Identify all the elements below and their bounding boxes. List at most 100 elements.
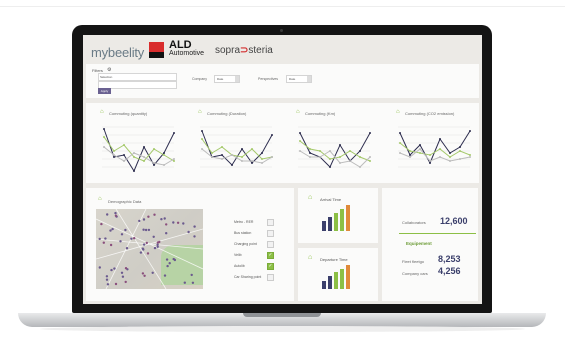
- arrival-bar: [334, 213, 338, 231]
- map-section-icon: ⌂: [98, 196, 102, 202]
- chevron-down-icon: [235, 76, 239, 82]
- legend-checkbox[interactable]: ✓: [267, 263, 274, 270]
- map-marker-icon: [142, 228, 145, 231]
- departure-time-panel: ⌂ Departure Time: [298, 248, 378, 301]
- departure-bar: [322, 281, 326, 289]
- legend-checkbox[interactable]: ✓: [267, 252, 274, 259]
- legend-checkbox[interactable]: [267, 230, 274, 237]
- chart-point: [173, 158, 175, 160]
- map-marker-icon: [187, 230, 190, 234]
- chart-point: [429, 162, 431, 164]
- map-marker-icon: [124, 280, 127, 284]
- map-marker-icon: [106, 283, 110, 286]
- chart-title-duration: Commuting (Duration): [207, 111, 247, 116]
- chart-point: [439, 138, 441, 140]
- chart-point: [469, 130, 471, 132]
- arrival-bar: [346, 205, 350, 231]
- arrival-bar: [328, 217, 332, 231]
- legend-label: Car Sharing point: [234, 275, 262, 279]
- chart-point: [143, 160, 145, 162]
- chart-point: [349, 160, 351, 162]
- chart-point: [123, 154, 125, 156]
- chart-point: [103, 128, 105, 130]
- map-marker-icon: [125, 247, 129, 250]
- sopra-steria-logo: sopra⊃steria: [215, 45, 273, 56]
- chart-series-line: [103, 146, 175, 166]
- chart-quantity: [102, 126, 175, 173]
- map-marker-icon: [190, 273, 193, 277]
- map-marker-icon: [130, 237, 133, 240]
- map-marker-icon: [176, 221, 180, 224]
- company-label: Company: [192, 77, 207, 81]
- map-marker-icon: [144, 228, 148, 232]
- chart-point: [271, 134, 273, 136]
- ald-logo-icon: [149, 42, 164, 58]
- chart-point: [429, 154, 431, 156]
- chart-point: [113, 156, 115, 158]
- chart-icon: ⌂: [308, 194, 313, 201]
- chart-icon: ⌂: [296, 109, 300, 115]
- chart-point: [459, 150, 461, 152]
- arrival-bar: [322, 221, 326, 231]
- map-marker-icon: [143, 274, 146, 277]
- laptop-notch: [243, 313, 321, 317]
- chart-point: [163, 152, 165, 154]
- chart-point: [329, 166, 331, 168]
- map-marker-icon: [172, 221, 175, 224]
- company-cars-value: 4,256: [438, 266, 461, 276]
- map-marker-icon: [165, 258, 169, 261]
- map-marker-icon: [109, 243, 113, 247]
- camera-icon: [280, 29, 283, 32]
- demographic-map[interactable]: [96, 209, 203, 289]
- chart-co2: [398, 126, 471, 168]
- apply-button[interactable]: Apply: [98, 88, 111, 94]
- chart-point: [319, 150, 321, 152]
- map-marker-icon: [114, 214, 118, 217]
- chevron-down-icon: [307, 76, 311, 82]
- chart-point: [309, 156, 311, 158]
- chart-point: [459, 146, 461, 148]
- page-top-rule: [0, 6, 565, 7]
- map-marker-icon: [166, 264, 169, 268]
- map-marker-icon: [106, 213, 109, 216]
- collaborators-label: Collaborators: [402, 220, 426, 225]
- chart-point: [251, 148, 253, 150]
- chart-point: [369, 156, 371, 158]
- legend-label: Bus station: [234, 231, 252, 235]
- perspective-select[interactable]: Date: [286, 75, 312, 83]
- chart-point: [103, 136, 105, 138]
- legend-label: Autolib: [234, 264, 245, 268]
- map-marker-icon: [168, 262, 171, 265]
- chart-point: [339, 162, 341, 164]
- ald-logo-sub: Automotive: [169, 50, 205, 57]
- map-marker-icon: [153, 246, 157, 250]
- chart-icon: ⌂: [396, 109, 400, 115]
- chart-point: [399, 142, 401, 144]
- chart-point: [201, 130, 203, 132]
- chart-duration: [200, 126, 273, 168]
- map-marker-icon: [120, 271, 124, 274]
- chart-point: [231, 164, 233, 166]
- map-marker-icon: [100, 222, 103, 226]
- map-marker-icon: [98, 237, 101, 241]
- chart-km: [298, 126, 371, 168]
- chart-icon: ⌂: [198, 109, 202, 115]
- chart-point: [399, 152, 401, 154]
- legend-checkbox[interactable]: [267, 219, 274, 226]
- company-select[interactable]: Date: [214, 75, 240, 83]
- chart-point: [163, 154, 165, 156]
- legend-checkbox[interactable]: [267, 274, 274, 281]
- chart-point: [449, 156, 451, 158]
- arrival-title: Arrival Time: [320, 197, 342, 202]
- chart-point: [439, 156, 441, 158]
- filter-field-1[interactable]: Sélection: [98, 73, 177, 81]
- chart-point: [459, 158, 461, 160]
- map-marker-icon: [104, 237, 107, 240]
- map-marker-icon: [98, 266, 101, 269]
- map-marker-icon: [105, 278, 109, 281]
- chart-series-line: [201, 138, 273, 160]
- chart-point: [251, 162, 253, 164]
- legend-checkbox[interactable]: [267, 241, 274, 248]
- departure-bar: [340, 269, 344, 289]
- chart-point: [211, 156, 213, 158]
